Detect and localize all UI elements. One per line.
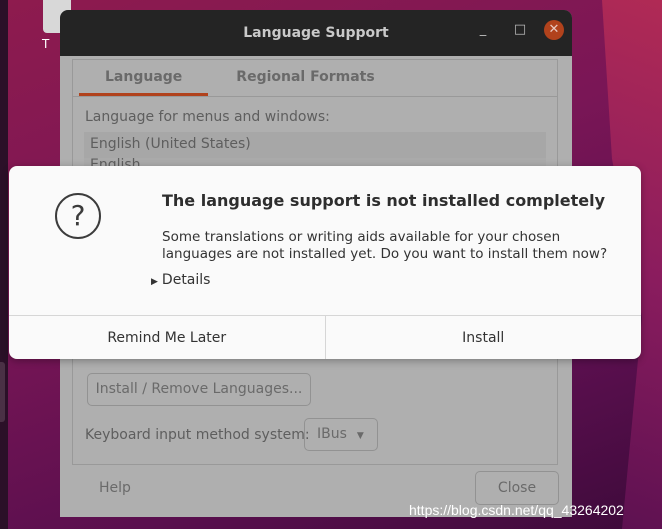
dialog-message: Some translations or writing aids availa… [162, 229, 608, 262]
expander-arrow-icon: ▶ [151, 277, 158, 287]
question-icon: ? [55, 193, 101, 239]
desktop-icon-label: T [42, 37, 50, 51]
dock-item[interactable] [0, 362, 5, 422]
language-list-item[interactable]: English (United States) [84, 132, 546, 158]
dock [0, 0, 8, 529]
keyboard-input-value: IBus [317, 426, 347, 442]
install-button[interactable]: Install [324, 316, 642, 359]
keyboard-input-select[interactable]: IBus ▼ [304, 418, 378, 451]
install-prompt-dialog: ? The language support is not installed … [9, 166, 641, 359]
chevron-down-icon: ▼ [356, 431, 364, 441]
details-label: Details [161, 272, 211, 288]
dialog-heading: The language support is not installed co… [162, 191, 606, 210]
minimize-icon[interactable]: _ [473, 20, 493, 40]
close-button[interactable]: Close [475, 471, 559, 505]
install-remove-languages-button[interactable]: Install / Remove Languages... [87, 373, 311, 406]
close-icon[interactable]: ✕ [544, 20, 564, 40]
help-button[interactable]: Help [99, 480, 131, 496]
titlebar: Language Support _ □ ✕ [60, 10, 572, 56]
maximize-icon[interactable]: □ [510, 20, 530, 40]
window-title: Language Support [243, 25, 389, 41]
keyboard-input-label: Keyboard input method system: [85, 427, 310, 443]
details-expander[interactable]: ▶ Details [151, 272, 210, 288]
tab-regional-formats[interactable]: Regional Formats [218, 60, 392, 96]
tab-language[interactable]: Language [79, 60, 209, 96]
remind-me-later-button[interactable]: Remind Me Later [9, 316, 325, 359]
language-list-label: Language for menus and windows: [85, 109, 330, 125]
watermark: https://blog.csdn.net/qq_43264202 [409, 502, 624, 518]
